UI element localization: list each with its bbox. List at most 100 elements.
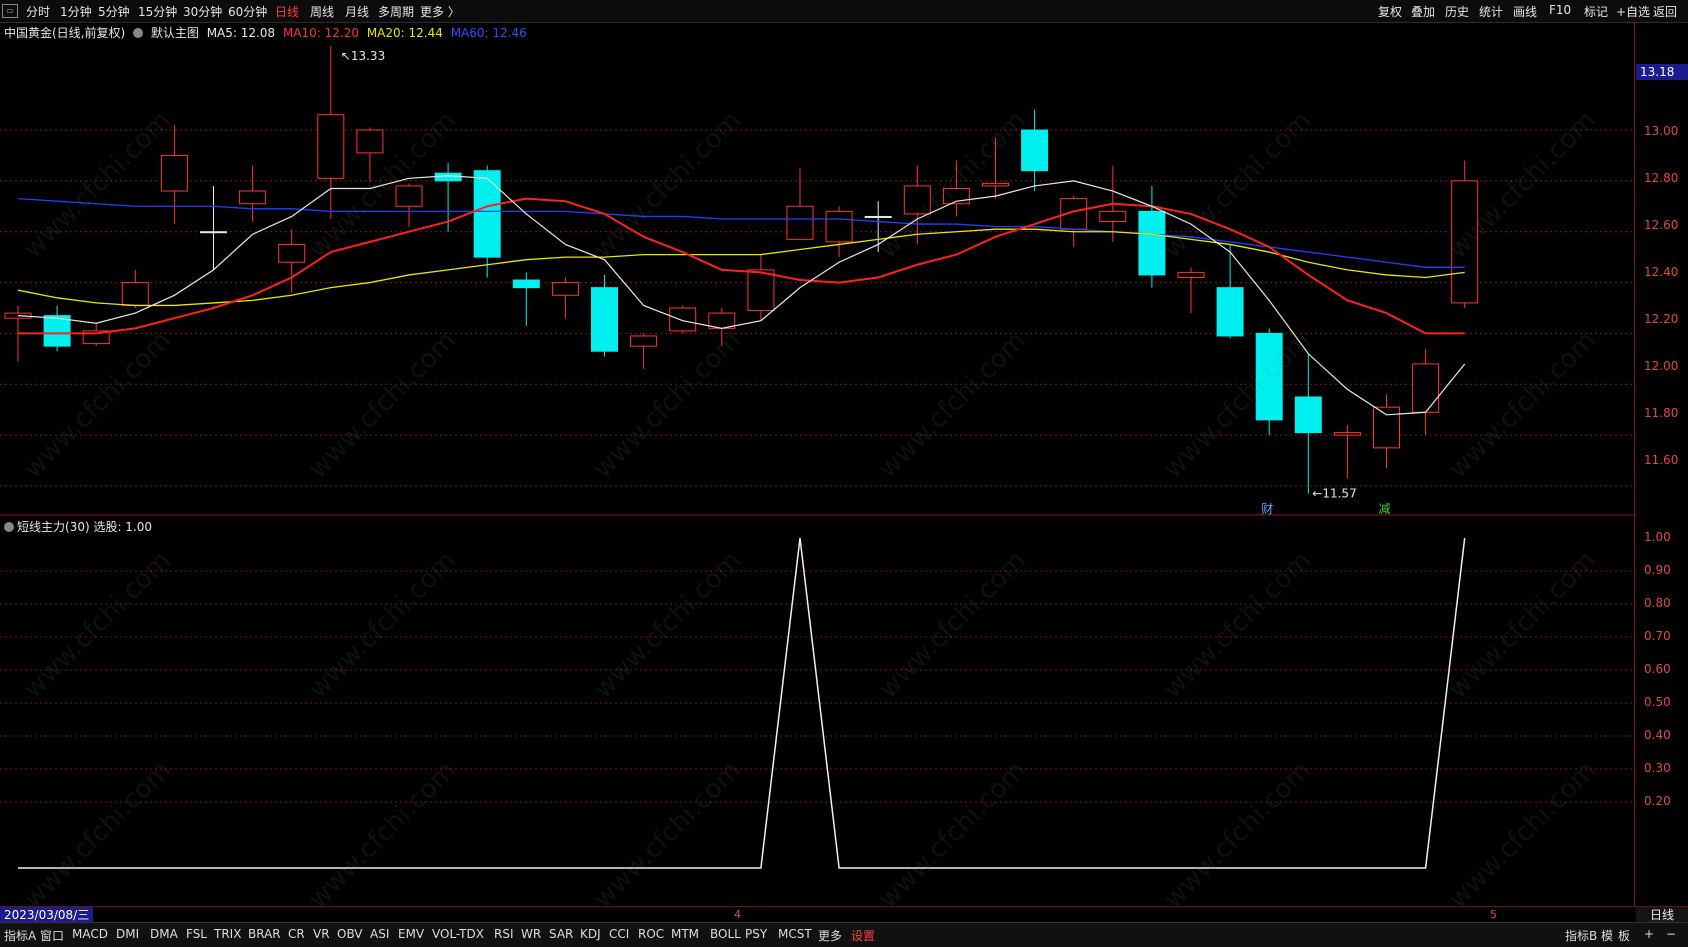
indicator-tab-25[interactable]: 设置 <box>851 927 875 944</box>
indicator-tab-23[interactable]: MCST <box>778 927 812 941</box>
bottom-right-4[interactable]: − <box>1666 927 1676 941</box>
indicator-tick: 0.20 <box>1644 794 1671 808</box>
period-label[interactable]: 日线 <box>1636 907 1688 923</box>
indicator-tab-15[interactable]: WR <box>521 927 541 941</box>
indicator-tick: 0.80 <box>1644 596 1671 610</box>
candle-body <box>1294 396 1322 434</box>
tab-3[interactable]: 15分钟 <box>138 3 177 20</box>
ma20-line <box>17 228 1465 307</box>
indicator-tab-12[interactable]: EMV <box>398 927 424 941</box>
tab-6[interactable]: 日线 <box>275 3 299 20</box>
indicator-tab-5[interactable]: FSL <box>186 927 207 941</box>
period-toolbar: ▭ 分时 1分钟 5分钟 15分钟 30分钟 60分钟 日线 周线 月线 多周期 更多 〉 复权 叠加… <box>0 0 1688 23</box>
candle-body <box>512 279 540 289</box>
ma60-line <box>17 198 1465 268</box>
candle <box>317 46 345 219</box>
price-tick: 12.40 <box>1644 265 1679 279</box>
tool-4[interactable]: 画线 <box>1513 3 1537 20</box>
main-candlestick-chart[interactable]: ↖13.33 ←11.57 财 减 <box>0 40 1636 516</box>
candle <box>1333 424 1361 479</box>
candle-body <box>1373 406 1400 449</box>
indicator-tab-16[interactable]: SAR <box>549 927 573 941</box>
month-mark-5: 5 <box>1490 908 1497 921</box>
indicator-tab-18[interactable]: CCI <box>609 927 629 941</box>
candle <box>903 165 931 245</box>
indicator-tab-11[interactable]: ASI <box>370 927 389 941</box>
candle-body <box>239 190 267 205</box>
indicator-tick: 0.40 <box>1644 728 1671 742</box>
indicator-tab-21[interactable]: BOLL <box>710 927 741 941</box>
candle <box>786 168 814 240</box>
indicator-tab-0[interactable]: 指标A <box>4 927 36 944</box>
tab-7[interactable]: 周线 <box>310 3 334 20</box>
indicator-tab-8[interactable]: CR <box>288 927 305 941</box>
tool-6[interactable]: 标记 <box>1584 3 1608 20</box>
ma5-label: MA5: 12.08 <box>206 26 276 40</box>
tool-7[interactable]: +自选 <box>1616 3 1650 20</box>
candle-body <box>278 243 306 263</box>
tool-5[interactable]: F10 <box>1549 3 1571 17</box>
candle-body <box>1099 210 1127 223</box>
indicator-tab-13[interactable]: VOL-TDX <box>432 927 484 941</box>
tab-1[interactable]: 1分钟 <box>60 3 92 20</box>
tab-10[interactable]: 更多 〉 <box>420 3 460 20</box>
candle <box>825 206 853 258</box>
candle-body <box>317 114 345 179</box>
tab-2[interactable]: 5分钟 <box>98 3 130 20</box>
window-icon[interactable]: ▭ <box>2 4 18 18</box>
candle <box>1021 109 1049 192</box>
tool-2[interactable]: 历史 <box>1445 3 1469 20</box>
template-icon[interactable] <box>133 28 144 38</box>
candle-body <box>200 231 227 234</box>
bottom-right-1[interactable]: 模 <box>1601 927 1613 944</box>
marker-jian: 减 <box>1379 502 1391 516</box>
tab-8[interactable]: 月线 <box>345 3 369 20</box>
tool-0[interactable]: 复权 <box>1378 3 1402 20</box>
indicator-tab-17[interactable]: KDJ <box>580 927 601 941</box>
indicator-tab-7[interactable]: BRAR <box>248 927 281 941</box>
candle-body <box>591 287 618 352</box>
stock-title: 中国黄金(日线,前复权) <box>4 26 126 40</box>
tool-3[interactable]: 统计 <box>1479 3 1503 20</box>
indicator-tab-1[interactable]: 窗口 <box>40 927 64 944</box>
tool-1[interactable]: 叠加 <box>1411 3 1435 20</box>
tab-9[interactable]: 多周期 <box>378 3 414 20</box>
indicator-tab-10[interactable]: OBV <box>337 927 363 941</box>
tab-4[interactable]: 30分钟 <box>183 3 222 20</box>
tab-5[interactable]: 60分钟 <box>228 3 267 20</box>
indicator-tab-4[interactable]: DMA <box>150 927 178 941</box>
tool-8[interactable]: 返回 <box>1653 3 1677 20</box>
marker-cai: 财 <box>1261 502 1273 516</box>
candle <box>512 272 540 326</box>
candle <box>200 185 227 270</box>
indicator-tab-2[interactable]: MACD <box>72 927 108 941</box>
candle-body <box>747 269 775 312</box>
last-price-box: 13.18 <box>1636 64 1688 80</box>
ma60-label: MA60: 12.46 <box>450 26 527 40</box>
indicator-tick: 0.70 <box>1644 629 1671 643</box>
high-annotation: ↖13.33 <box>341 49 385 63</box>
candle-body <box>121 282 149 306</box>
indicator-tab-6[interactable]: TRIX <box>214 927 241 941</box>
bottom-right-0[interactable]: 指标B <box>1565 927 1597 944</box>
tab-0[interactable]: 分时 <box>26 3 50 20</box>
candle <box>395 183 423 227</box>
indicator-tab-22[interactable]: PSY <box>745 927 767 941</box>
candle <box>551 277 579 319</box>
indicator-tab-14[interactable]: RSI <box>494 927 514 941</box>
indicator-chart[interactable] <box>0 518 1636 906</box>
indicator-tab-20[interactable]: MTM <box>671 927 699 941</box>
candle <box>473 165 501 278</box>
indicator-tab-3[interactable]: DMI <box>116 927 139 941</box>
bottom-right-3[interactable]: + <box>1644 927 1654 941</box>
indicator-tab-19[interactable]: ROC <box>638 927 664 941</box>
indicator-tabs-bar: 指标A 窗口 MACD DMI DMA FSL TRIX BRAR CR VR OBV ASI EMV V… <box>0 922 1688 947</box>
candle-body <box>786 205 814 240</box>
template-label[interactable]: 默认主图 <box>151 26 199 40</box>
bottom-right-2[interactable]: 板 <box>1618 927 1630 944</box>
candle <box>1412 348 1440 436</box>
price-tick: 12.00 <box>1644 359 1679 373</box>
indicator-tab-9[interactable]: VR <box>313 927 330 941</box>
indicator-tab-24[interactable]: 更多 <box>818 927 842 944</box>
candle <box>1255 328 1283 436</box>
